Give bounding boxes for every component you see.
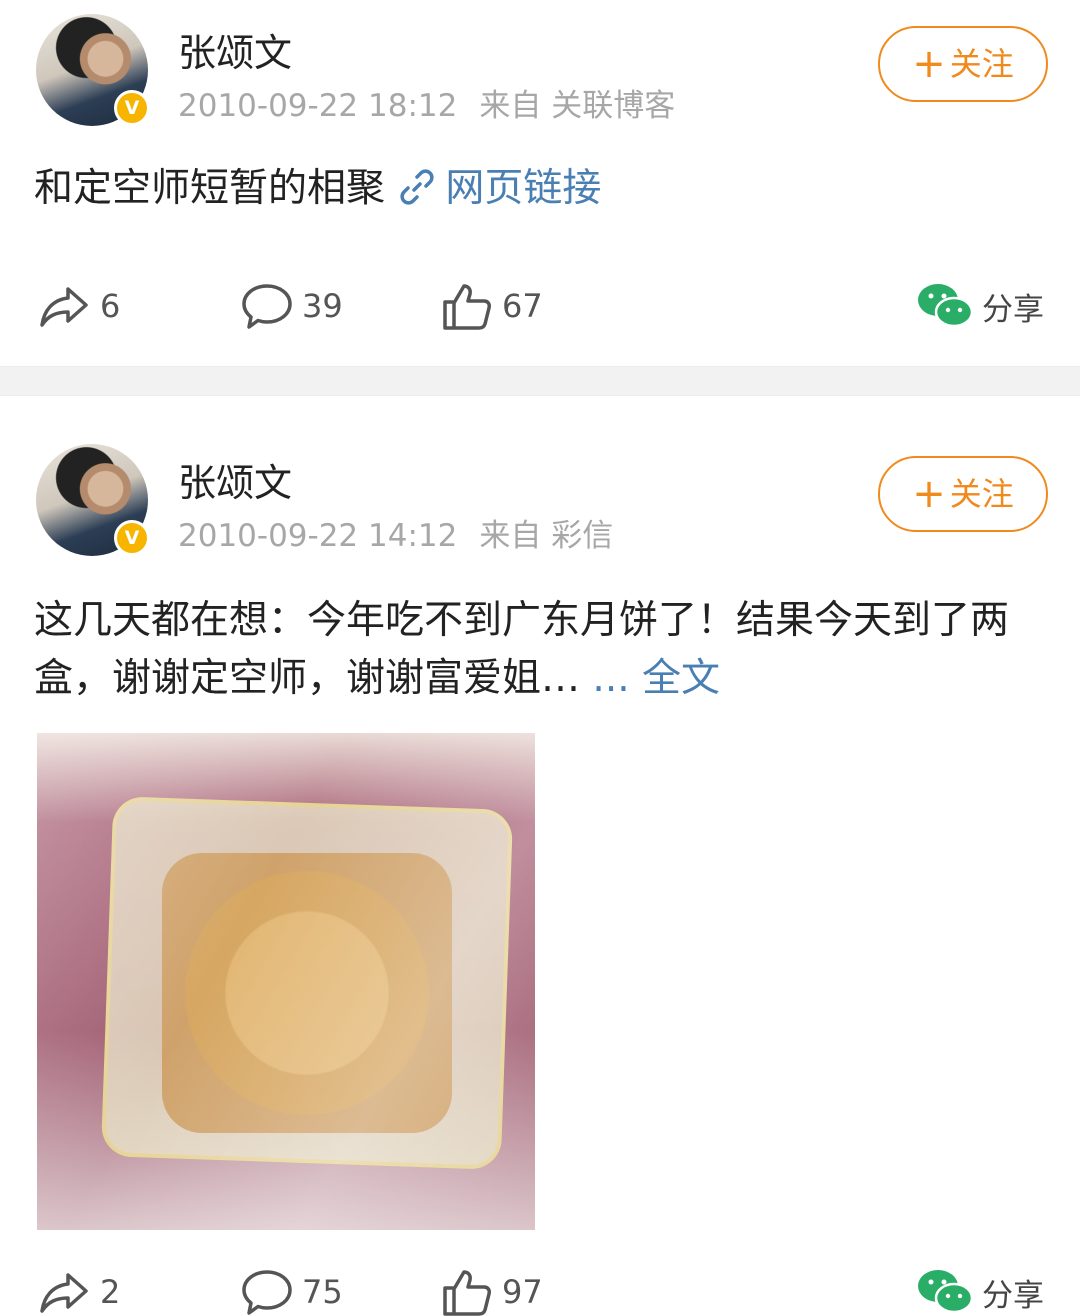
web-link-label: 网页链接 bbox=[445, 166, 602, 211]
repost-count: 6 bbox=[100, 287, 121, 325]
post-time: 2010-09-22 18:12 bbox=[178, 88, 458, 124]
author-name[interactable]: 张颂文 bbox=[178, 22, 292, 77]
post-meta: 2010-09-22 14:12 来自 彩信 bbox=[178, 510, 613, 555]
comment-icon bbox=[242, 284, 292, 329]
post-time: 2010-09-22 14:12 bbox=[178, 518, 458, 554]
web-link[interactable]: 网页链接 bbox=[397, 166, 601, 211]
wechat-icon bbox=[918, 1270, 974, 1314]
action-bar: 2 75 97 分享 bbox=[0, 1262, 1080, 1316]
like-count: 67 bbox=[502, 287, 543, 325]
repost-count: 2 bbox=[100, 1273, 121, 1311]
follow-label: 关注 bbox=[949, 45, 1014, 83]
repost-button[interactable]: 6 bbox=[38, 276, 120, 336]
share-label: 分享 bbox=[982, 291, 1044, 328]
plus-icon: + bbox=[912, 41, 946, 87]
link-icon bbox=[400, 169, 434, 205]
share-wechat-button[interactable]: 分享 bbox=[916, 1262, 1044, 1316]
post-image[interactable] bbox=[37, 733, 535, 1230]
action-bar: 6 39 67 分享 bbox=[0, 276, 1080, 336]
post-text: 和定空师短暂的相聚 网页链接 bbox=[34, 160, 1030, 218]
post-card: V 张颂文 2010-09-22 18:12 来自 关联博客 + 关注 和定空师短暂… bbox=[0, 0, 1080, 366]
weibo-feed: V 张颂文 2010-09-22 18:12 来自 关联博客 + 关注 和定空师短暂… bbox=[0, 0, 1080, 1316]
post-meta: 2010-09-22 18:12 来自 关联博客 bbox=[178, 80, 675, 125]
post-body: 和定空师短暂的相聚 bbox=[34, 166, 386, 211]
post-source: 来自 关联博客 bbox=[479, 88, 676, 124]
verified-badge-icon: V bbox=[114, 90, 150, 126]
avatar[interactable]: V bbox=[36, 444, 150, 556]
post-card: V 张颂文 2010-09-22 14:12 来自 彩信 + 关注 这几天都在想：今… bbox=[0, 396, 1080, 1316]
post-separator bbox=[0, 366, 1080, 396]
like-count: 97 bbox=[502, 1273, 543, 1311]
avatar[interactable]: V bbox=[36, 14, 150, 126]
follow-label: 关注 bbox=[949, 475, 1014, 513]
share-wechat-button[interactable]: 分享 bbox=[916, 276, 1044, 336]
post-text: 这几天都在想：今年吃不到广东月饼了！结果今天到了两盒，谢谢定空师，谢谢富爱姐… … bbox=[34, 592, 1030, 708]
follow-button[interactable]: + 关注 bbox=[878, 456, 1048, 532]
plus-icon: + bbox=[912, 471, 946, 517]
like-icon bbox=[443, 284, 491, 330]
repost-icon bbox=[40, 287, 88, 327]
share-label: 分享 bbox=[982, 1277, 1044, 1314]
comment-button[interactable]: 75 bbox=[240, 1262, 343, 1316]
like-button[interactable]: 97 bbox=[440, 1262, 543, 1316]
comment-button[interactable]: 39 bbox=[240, 276, 343, 336]
repost-button[interactable]: 2 bbox=[38, 1262, 120, 1316]
plastic-wrap bbox=[37, 733, 535, 1230]
post-source: 来自 彩信 bbox=[479, 518, 614, 554]
verified-badge-icon: V bbox=[114, 520, 150, 556]
like-button[interactable]: 67 bbox=[440, 276, 543, 336]
comment-count: 75 bbox=[302, 1273, 343, 1311]
wechat-icon bbox=[918, 284, 974, 328]
comment-count: 39 bbox=[302, 287, 343, 325]
author-name[interactable]: 张颂文 bbox=[178, 452, 292, 507]
follow-button[interactable]: + 关注 bbox=[878, 26, 1048, 102]
like-icon bbox=[443, 1270, 491, 1316]
repost-icon bbox=[40, 1273, 88, 1313]
comment-icon bbox=[242, 1270, 292, 1315]
post-body: 这几天都在想：今年吃不到广东月饼了！结果今天到了两盒，谢谢定空师，谢谢富爱姐… bbox=[34, 598, 1010, 701]
read-more-link[interactable]: ... 全文 bbox=[592, 656, 720, 701]
